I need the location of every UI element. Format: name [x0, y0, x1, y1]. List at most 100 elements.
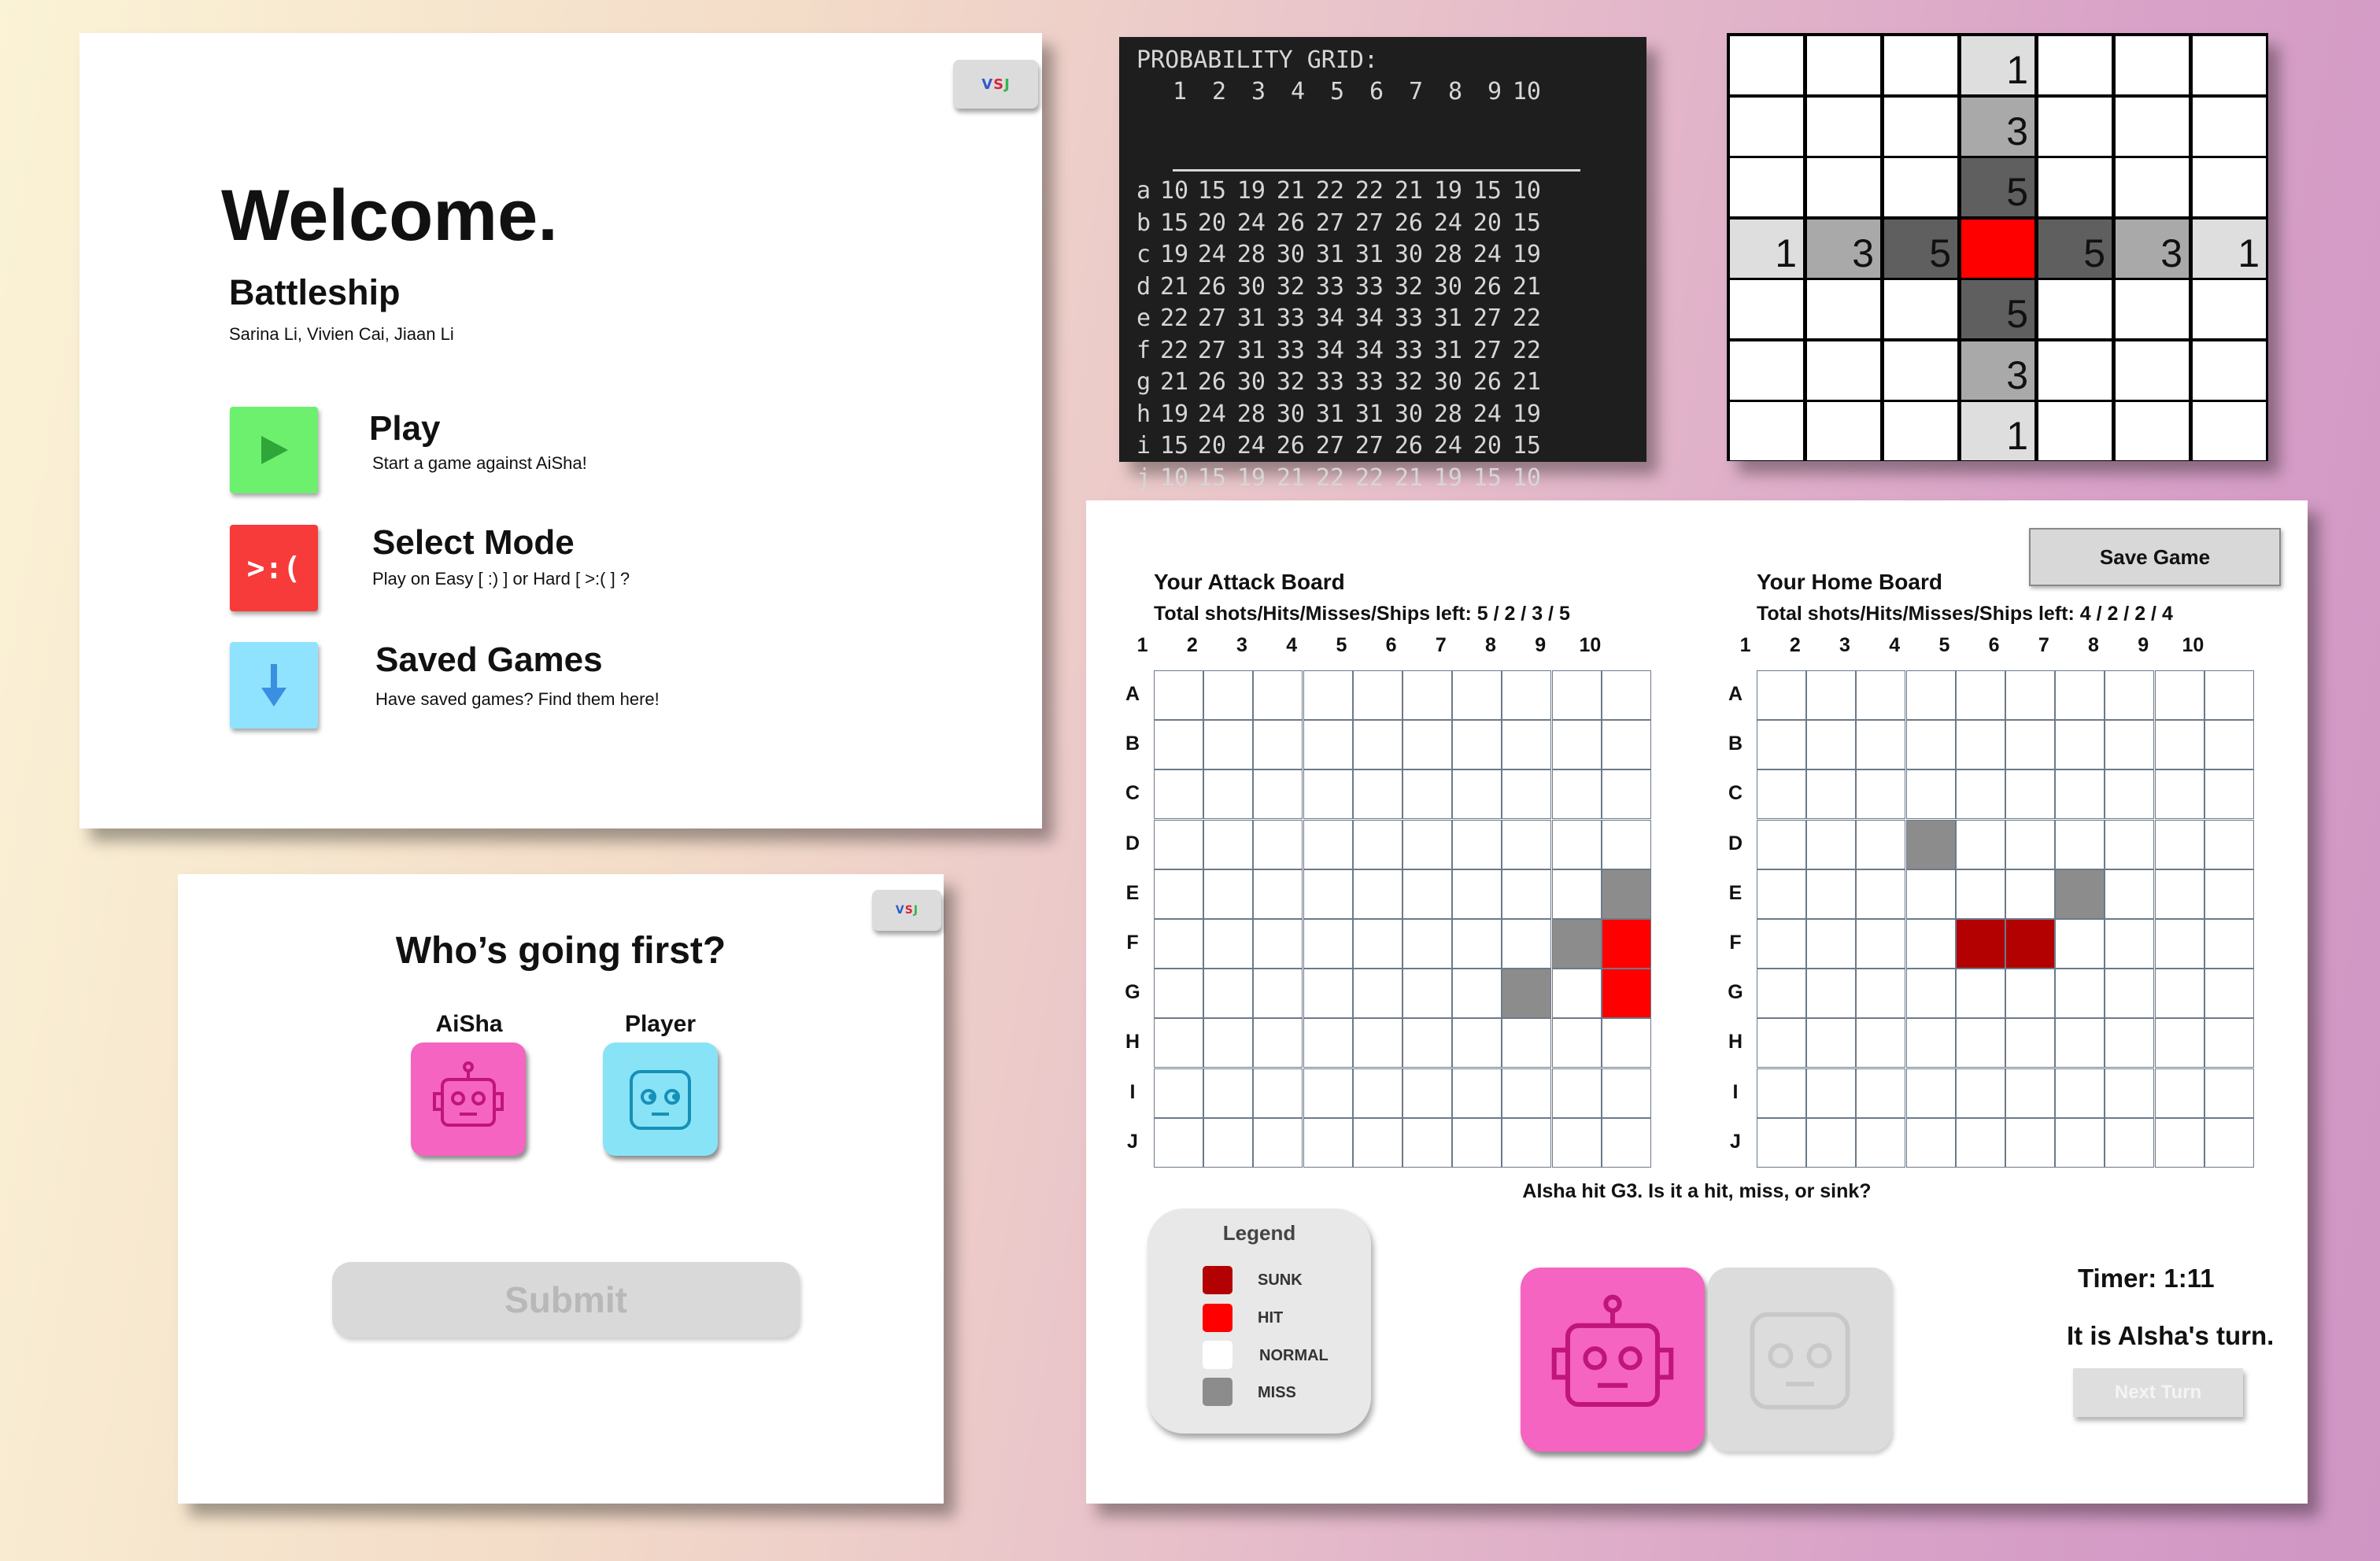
board-cell[interactable] — [1154, 1068, 1203, 1118]
board-cell[interactable] — [1601, 720, 1651, 770]
board-cell[interactable] — [1551, 919, 1602, 969]
board-cell[interactable] — [1601, 769, 1651, 820]
board-cell[interactable] — [1352, 919, 1402, 969]
board-cell[interactable] — [1502, 1018, 1552, 1068]
board-cell[interactable] — [1203, 670, 1254, 720]
board-cell[interactable] — [1203, 969, 1254, 1019]
board-cell[interactable] — [1551, 769, 1602, 820]
board-cell[interactable] — [1203, 720, 1254, 770]
board-cell[interactable] — [1303, 1117, 1353, 1168]
board-cell[interactable] — [1154, 769, 1203, 820]
board-cell[interactable] — [1154, 969, 1203, 1019]
board-cell[interactable] — [1203, 1068, 1254, 1118]
board-cell[interactable] — [1551, 1068, 1602, 1118]
board-cell[interactable] — [1203, 869, 1254, 919]
board-cell[interactable] — [1203, 769, 1254, 820]
saved-games-label[interactable]: Saved Games — [375, 640, 603, 680]
save-game-button[interactable]: Save Game — [2029, 528, 2281, 586]
board-cell[interactable] — [1551, 869, 1602, 919]
board-cell[interactable] — [1352, 869, 1402, 919]
board-cell[interactable] — [1502, 1068, 1552, 1118]
select-mode-button[interactable]: >:( — [230, 525, 318, 611]
board-cell[interactable] — [1601, 819, 1651, 869]
board-cell[interactable] — [1303, 869, 1353, 919]
board-cell[interactable] — [1601, 670, 1651, 720]
board-cell[interactable] — [1253, 1018, 1303, 1068]
board-cell[interactable] — [1253, 819, 1303, 869]
board-cell[interactable] — [1253, 869, 1303, 919]
board-cell[interactable] — [1253, 1068, 1303, 1118]
vsj-button[interactable]: VSJ — [953, 60, 1038, 109]
board-cell[interactable] — [1502, 1117, 1552, 1168]
board-cell[interactable] — [1551, 720, 1602, 770]
board-cell[interactable] — [1402, 1068, 1452, 1118]
board-cell[interactable] — [1303, 969, 1353, 1019]
board-cell[interactable] — [1402, 670, 1452, 720]
board-cell[interactable] — [1402, 1117, 1452, 1168]
board-cell[interactable] — [1551, 1018, 1602, 1068]
board-cell[interactable] — [1502, 720, 1552, 770]
board-cell[interactable] — [1352, 670, 1402, 720]
board-cell[interactable] — [1253, 969, 1303, 1019]
vsj-button[interactable]: VSJ — [872, 890, 941, 931]
select-mode-label[interactable]: Select Mode — [372, 523, 575, 563]
board-cell[interactable] — [1303, 769, 1353, 820]
board-cell[interactable] — [1154, 1018, 1203, 1068]
board-cell[interactable] — [1452, 720, 1502, 770]
board-cell[interactable] — [1154, 919, 1203, 969]
player-choice-button[interactable] — [603, 1043, 718, 1156]
board-cell[interactable] — [1601, 1018, 1651, 1068]
board-cell[interactable] — [1303, 1018, 1353, 1068]
board-cell[interactable] — [1303, 670, 1353, 720]
board-cell[interactable] — [1154, 720, 1203, 770]
board-cell[interactable] — [1203, 1018, 1254, 1068]
board-cell[interactable] — [1452, 1068, 1502, 1118]
board-cell[interactable] — [1253, 1117, 1303, 1168]
board-cell[interactable] — [1203, 819, 1254, 869]
play-label[interactable]: Play — [369, 409, 441, 448]
board-cell[interactable] — [1502, 919, 1552, 969]
board-cell[interactable] — [1253, 769, 1303, 820]
board-cell[interactable] — [1452, 869, 1502, 919]
board-cell[interactable] — [1402, 1018, 1452, 1068]
board-cell[interactable] — [1352, 819, 1402, 869]
board-cell[interactable] — [1601, 919, 1651, 969]
board-cell[interactable] — [1551, 670, 1602, 720]
board-cell[interactable] — [1502, 670, 1552, 720]
board-cell[interactable] — [1551, 1117, 1602, 1168]
board-cell[interactable] — [1303, 720, 1353, 770]
board-cell[interactable] — [1303, 819, 1353, 869]
board-cell[interactable] — [1452, 919, 1502, 969]
board-cell[interactable] — [1551, 969, 1602, 1019]
board-cell[interactable] — [1502, 969, 1552, 1019]
board-cell[interactable] — [1352, 969, 1402, 1019]
board-cell[interactable] — [1352, 1068, 1402, 1118]
board-cell[interactable] — [1452, 670, 1502, 720]
board-cell[interactable] — [1452, 1018, 1502, 1068]
board-cell[interactable] — [1601, 1068, 1651, 1118]
board-cell[interactable] — [1203, 919, 1254, 969]
board-cell[interactable] — [1154, 869, 1203, 919]
board-cell[interactable] — [1154, 670, 1203, 720]
board-cell[interactable] — [1352, 1117, 1402, 1168]
board-cell[interactable] — [1402, 819, 1452, 869]
board-cell[interactable] — [1154, 1117, 1203, 1168]
board-cell[interactable] — [1253, 720, 1303, 770]
board-cell[interactable] — [1402, 720, 1452, 770]
play-button[interactable] — [230, 407, 318, 493]
board-cell[interactable] — [1452, 1117, 1502, 1168]
board-cell[interactable] — [1502, 819, 1552, 869]
board-cell[interactable] — [1203, 1117, 1254, 1168]
board-cell[interactable] — [1154, 819, 1203, 869]
board-cell[interactable] — [1352, 1018, 1402, 1068]
board-cell[interactable] — [1303, 919, 1353, 969]
board-cell[interactable] — [1601, 869, 1651, 919]
board-cell[interactable] — [1402, 769, 1452, 820]
saved-games-button[interactable] — [230, 642, 318, 729]
board-cell[interactable] — [1352, 720, 1402, 770]
board-cell[interactable] — [1452, 819, 1502, 869]
board-cell[interactable] — [1551, 819, 1602, 869]
next-turn-button[interactable]: Next Turn — [2073, 1368, 2243, 1417]
board-cell[interactable] — [1402, 969, 1452, 1019]
board-cell[interactable] — [1452, 969, 1502, 1019]
